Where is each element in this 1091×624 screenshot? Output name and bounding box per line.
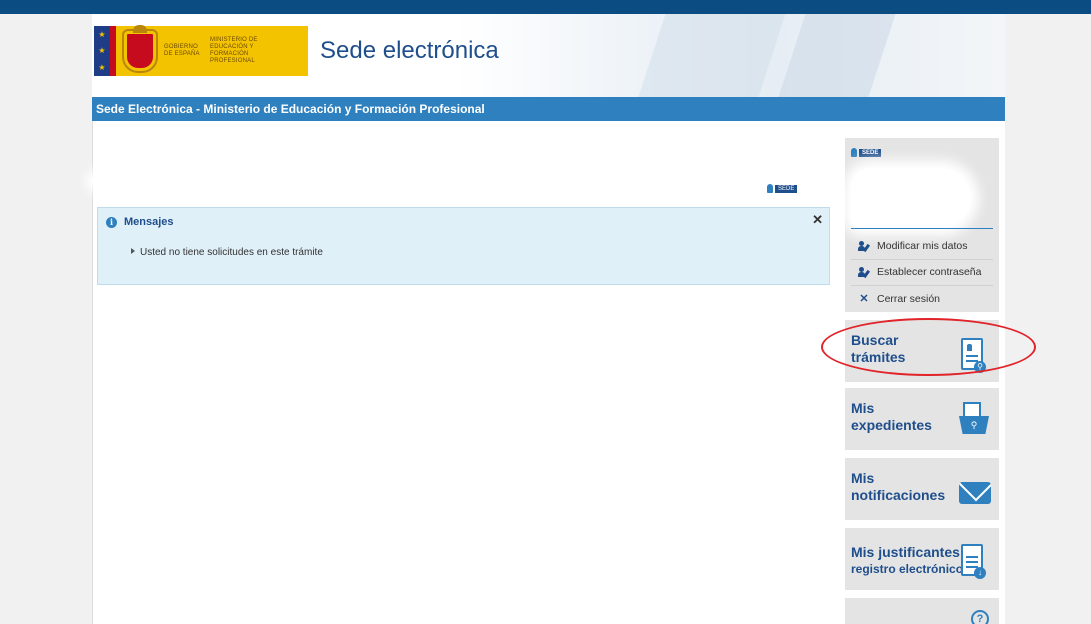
user-panel: SEDE Modificar mis datos Establecer cont… [845, 138, 999, 312]
logo-government-text: GOBIERNO DE ESPAÑA [164, 44, 200, 57]
info-icon: i [106, 217, 117, 228]
document-download-icon: ↓ [961, 544, 986, 579]
tile-line1: Mis [851, 400, 875, 416]
tile-mis-expedientes[interactable]: Mis expedientes ⚲ [845, 388, 999, 450]
modify-data-label: Modificar mis datos [877, 240, 968, 252]
close-messages-button[interactable]: ✕ [812, 212, 823, 228]
set-password-label: Establecer contraseña [877, 266, 982, 278]
sede-badge: SEDE [859, 148, 882, 157]
tile-line1: Mis [851, 470, 875, 486]
tile-help[interactable]: ? [845, 598, 999, 624]
close-icon: ✕ [859, 293, 869, 305]
tile-line2: expedientes [851, 417, 932, 433]
user-sede-badge: SEDE [767, 184, 798, 193]
tile-label: Mis justificantes registro electrónico [851, 544, 963, 578]
envelope-icon [959, 482, 991, 504]
redacted-area [92, 174, 442, 188]
tile-line2: registro electrónico [851, 562, 964, 576]
top-bar [0, 0, 1091, 14]
bullet-arrow-icon [131, 248, 135, 254]
user-icon [851, 148, 857, 157]
folder-search-icon: ⚲ [959, 402, 989, 434]
tile-mis-notificaciones[interactable]: Mis notificaciones [845, 458, 999, 520]
tile-line2: notificaciones [851, 487, 946, 503]
tile-line1: Mis justificantes [851, 544, 960, 560]
content-divider [92, 121, 93, 624]
navbar-title[interactable]: Sede Electrónica - Ministerio de Educaci… [96, 102, 485, 116]
redacted-user-info [851, 168, 971, 228]
eu-stripe: ★ ★ ★ [94, 26, 110, 76]
user-icon [767, 184, 773, 193]
logo-ministry-text: MINISTERIO DE EDUCACIÓN Y FORMACIÓN PROF… [210, 37, 258, 64]
sede-badge: SEDE [775, 184, 798, 193]
tile-line1: Buscar [851, 332, 899, 348]
tile-line2: trámites [851, 349, 906, 365]
tile-label: Buscar trámites [851, 332, 905, 366]
header-decoration [778, 14, 896, 97]
tile-label: Mis expedientes [851, 400, 932, 434]
help-icon: ? [971, 610, 989, 624]
site-header: ★ ★ ★ GOBIERNO DE ESPAÑA MINISTERIO DE EDU… [92, 14, 1005, 97]
logout-label: Cerrar sesión [877, 292, 941, 305]
page-container: ★ ★ ★ GOBIERNO DE ESPAÑA MINISTERIO DE EDU… [92, 14, 1005, 624]
modify-data-link[interactable]: Modificar mis datos [858, 240, 968, 253]
user-divider [851, 228, 993, 229]
header-decoration [638, 14, 786, 97]
tile-mis-justificantes[interactable]: Mis justificantes registro electrónico ↓ [845, 528, 999, 590]
user-edit-icon [858, 241, 871, 253]
coat-of-arms-icon [124, 25, 156, 71]
messages-title: Mensajes [124, 216, 174, 228]
separator [851, 259, 993, 260]
government-logo[interactable]: ★ ★ ★ GOBIERNO DE ESPAÑA MINISTERIO DE EDU… [94, 25, 308, 76]
logout-link[interactable]: ✕ Cerrar sesión [859, 292, 941, 306]
user-key-icon [858, 267, 871, 279]
site-title[interactable]: Sede electrónica [320, 37, 499, 65]
navigation-bar: Sede Electrónica - Ministerio de Educaci… [92, 97, 1005, 121]
document-search-icon: ⚲ [961, 338, 986, 373]
set-password-link[interactable]: Establecer contraseña [858, 266, 982, 279]
tile-label: Mis notificaciones [851, 470, 945, 504]
tile-buscar-tramites[interactable]: Buscar trámites ⚲ [845, 320, 999, 382]
user-sede-badge: SEDE [851, 148, 882, 157]
messages-panel: i Mensajes ✕ Usted no tiene solicitudes … [97, 207, 830, 285]
message-item: Usted no tiene solicitudes en este trámi… [131, 247, 323, 258]
message-text: Usted no tiene solicitudes en este trámi… [140, 247, 323, 258]
flag-stripe [110, 26, 116, 76]
separator [851, 285, 993, 286]
